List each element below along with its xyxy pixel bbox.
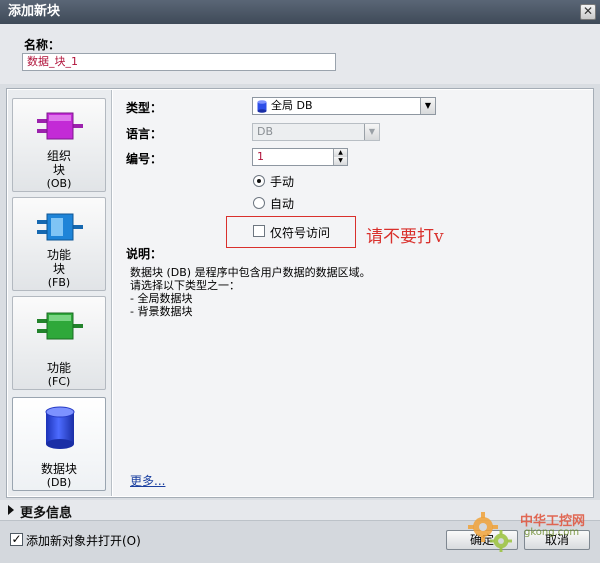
block-type-ob-label-2: 块 [52,163,65,177]
cancel-button[interactable]: 取消 [524,530,590,550]
name-input[interactable]: 数据_块_1 [22,53,336,71]
fc-block-icon [37,312,83,340]
ob-block-icon [37,112,83,140]
stepper-up-icon[interactable]: ▲ [333,149,347,157]
number-label: 编号： [126,152,163,166]
chevron-down-icon[interactable]: ▼ [420,98,435,114]
description-line: 数据块 (DB) 是程序中包含用户数据的数据区域。 [130,266,371,279]
annotation-text: 请不要打v [366,227,444,247]
manual-radio[interactable] [253,175,265,187]
language-dropdown: DB ▼ [252,123,380,141]
more-info-bar[interactable] [0,500,600,520]
fb-block-icon [37,213,83,241]
window-title: 添加新块 [0,0,600,24]
db-small-icon [257,100,267,113]
auto-radio[interactable] [253,197,265,209]
language-value: DB [257,125,274,138]
block-type-fc-label: 功能 [46,361,71,375]
add-open-checkbox[interactable]: ✓ [10,533,23,546]
auto-label: 自动 [270,197,295,211]
block-type-fb-label-2: 块 [52,262,65,276]
block-type-ob-label-1: 组织 [46,149,71,163]
chevron-right-icon[interactable] [8,505,14,515]
block-type-ob-button[interactable]: 组织 块 (OB) [12,98,106,192]
description-line: - 背景数据块 [130,305,193,318]
description-label: 说明： [126,247,163,261]
manual-label: 手动 [270,175,295,189]
highlight-box [226,216,356,248]
description-text: 数据块 (DB) 是程序中包含用户数据的数据区域。 请选择以下类型之一： - 全… [130,266,371,318]
block-type-db-label: 数据块 [40,462,77,476]
description-line: 请选择以下类型之一： [130,279,240,292]
block-type-fc-button[interactable]: 功能 (FC) [12,296,106,390]
add-open-label: 添加新对象并打开(O) [26,534,141,548]
name-label: 名称： [24,38,61,52]
type-label: 类型： [126,101,163,115]
language-label: 语言： [126,127,163,141]
more-info-label[interactable]: 更多信息 [20,502,72,521]
description-line: - 全局数据块 [130,292,193,305]
checkmark-icon: ✓ [11,532,22,546]
block-type-db-button[interactable]: 数据块 (DB) [12,397,106,491]
number-stepper[interactable]: 1 ▲ ▼ [252,148,348,166]
chevron-down-icon: ▼ [364,124,379,140]
db-cylinder-icon [45,406,75,449]
block-type-db-code: (DB) [46,476,72,489]
close-button[interactable]: ✕ [580,4,596,20]
close-icon: ✕ [582,4,594,18]
ok-button[interactable]: 确定 [446,530,518,550]
more-link[interactable]: 更多... [130,472,165,489]
number-value: 1 [257,150,264,163]
block-type-fc-code: (FC) [47,375,71,388]
block-type-fb-code: (FB) [47,276,71,289]
block-type-ob-code: (OB) [46,177,72,190]
type-dropdown[interactable]: 全局 DB ▼ [252,97,436,115]
block-type-fb-label-1: 功能 [46,248,71,262]
type-value: 全局 DB [271,99,313,112]
block-type-fb-button[interactable]: 功能 块 (FB) [12,197,106,291]
stepper-down-icon[interactable]: ▼ [333,157,347,165]
